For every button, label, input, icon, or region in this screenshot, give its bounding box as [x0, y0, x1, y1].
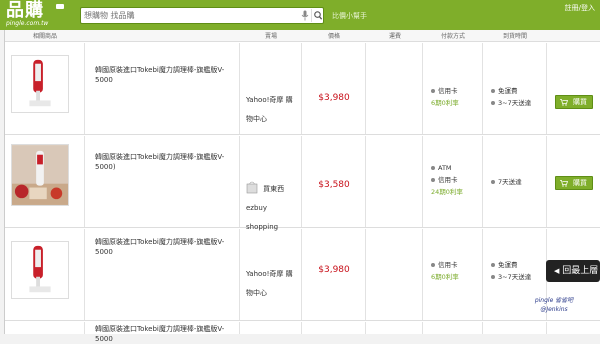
store-name: Yahoo!奇摩 購物中心	[246, 270, 293, 297]
payment-cell: ATM 信用卡 24期0利率	[423, 136, 483, 227]
store-cell	[240, 322, 302, 334]
table-row: 韓國原裝進口Tokebi魔力調理棒-旗艦版V-5000	[5, 322, 600, 343]
price-cell	[302, 322, 366, 334]
arrival-list: 免運費 3~7天送達	[491, 85, 531, 109]
table-row: 韓國原裝進口Tokebi魔力調理棒-旗艦版V-5000 Yahoo!奇摩 購物中…	[5, 43, 600, 135]
price-cell: $3,980	[302, 229, 366, 320]
header-payment: 付款方式	[440, 33, 465, 40]
arrival-item: 7天送達	[491, 176, 522, 188]
product-name-cell: 韓國原裝進口Tokebi魔力調理棒-旗艦版V-5000)	[85, 136, 240, 227]
buy-button[interactable]: 購買	[555, 176, 593, 190]
arrival-cell: 7天送達	[483, 136, 547, 227]
store-logo[interactable]: Yahoo!奇摩 購物中心	[246, 261, 298, 297]
product-name-cell: 韓國原裝進口Tokebi魔力調理棒-旗艦版V-5000	[85, 322, 240, 343]
store-logo[interactable]: Yahoo!奇摩 購物中心	[246, 87, 298, 123]
installment-text: 6期0利率	[431, 273, 459, 281]
product-image[interactable]	[11, 144, 69, 206]
product-name-cell: 韓國原裝進口Tokebi魔力調理棒-旗艦版V-5000	[85, 43, 240, 134]
cart-icon	[560, 99, 568, 106]
search-box	[80, 7, 324, 24]
installment-text: 24期0利率	[431, 188, 463, 196]
arrival-cell: 免運費 3~7天送達	[483, 43, 547, 134]
price-value: $3,580	[318, 180, 350, 190]
store-logo[interactable]: 買東西 ezbuy shopping	[246, 176, 298, 231]
price-cell: $3,580	[302, 136, 366, 227]
cart-icon	[560, 180, 568, 187]
caret-left-icon: ◀	[554, 267, 560, 275]
header-price: 價格	[327, 33, 340, 40]
logo-badge	[56, 4, 64, 9]
product-name[interactable]: 韓國原裝進口Tokebi魔力調理棒-旗艦版V-5000	[95, 65, 237, 85]
product-image-cell	[5, 43, 85, 134]
payment-list: 信用卡 6期0利率	[431, 85, 459, 109]
shipping-cell	[366, 229, 423, 320]
header-shipping: 運費	[388, 33, 401, 40]
arrival-list: 7天送達	[491, 176, 522, 188]
logo-text: 品購	[6, 0, 44, 21]
buy-cell	[547, 322, 600, 334]
buy-button[interactable]: 購買	[555, 95, 593, 109]
payment-cell: 信用卡 6期0利率	[423, 229, 483, 320]
payment-item: 信用卡	[431, 259, 459, 271]
shopping-bag-icon	[246, 181, 258, 193]
store-cell: Yahoo!奇摩 購物中心	[240, 229, 302, 320]
payment-cell	[423, 322, 483, 334]
logo-subtext: pingle.com.tw	[6, 20, 49, 27]
shipping-cell	[366, 43, 423, 134]
payment-item: ATM	[431, 162, 463, 174]
header-arrival: 到貨時間	[502, 33, 527, 40]
arrival-list: 免運費 3~7天送達	[491, 259, 531, 283]
payment-item: 信用卡	[431, 174, 463, 186]
price-value: $3,980	[318, 265, 350, 275]
payment-list: 信用卡 6期0利率	[431, 259, 459, 283]
arrival-item: 3~7天送達	[491, 271, 531, 283]
buy-cell: 購買	[547, 43, 600, 134]
store-cell: 買東西 ezbuy shopping	[240, 136, 302, 231]
results-table: 相關商品 賣場 價格 運費 付款方式 到貨時間 韓國原裝進口Tokebi魔力調理…	[4, 30, 600, 343]
installment-text: 6期0利率	[431, 99, 459, 107]
price-cell: $3,980	[302, 43, 366, 134]
arrival-item: 免運費	[491, 259, 531, 271]
product-image[interactable]	[11, 55, 69, 113]
microphone-icon[interactable]	[301, 10, 309, 21]
table-row: 韓國原裝進口Tokebi魔力調理棒-旗艦版V-5000) 買東西 ezbuy s…	[5, 136, 600, 231]
buy-label: 購買	[573, 98, 587, 106]
arrival-cell	[483, 322, 547, 334]
search-input[interactable]	[84, 9, 289, 22]
top-bar: 品購 pingle.com.tw 比價小幫手 註冊/登入	[0, 0, 600, 30]
price-value: $3,980	[318, 93, 350, 103]
shipping-cell	[366, 322, 423, 334]
buy-cell: 購買	[547, 136, 600, 227]
product-image-cell	[5, 136, 85, 227]
price-helper-link[interactable]: 比價小幫手	[332, 11, 367, 21]
buy-label: 購買	[573, 179, 587, 187]
product-name[interactable]: 韓國原裝進口Tokebi魔力調理棒-旗艦版V-5000	[95, 324, 237, 344]
product-image[interactable]	[11, 241, 69, 299]
store-name: Yahoo!奇摩 購物中心	[246, 96, 293, 123]
store-cell: Yahoo!奇摩 購物中心	[240, 43, 302, 134]
product-name-cell: 韓國原裝進口Tokebi魔力調理棒-旗艦版V-5000	[85, 229, 240, 320]
product-name[interactable]: 韓國原裝進口Tokebi魔力調理棒-旗艦版V-5000	[95, 237, 237, 257]
payment-item: 信用卡	[431, 85, 459, 97]
back-to-top-button[interactable]: ◀ 回最上層	[546, 260, 600, 282]
product-image-cell	[5, 229, 85, 320]
watermark: pingle 省省吧 @Jenkins	[534, 297, 574, 313]
payment-list: ATM 信用卡 24期0利率	[431, 162, 463, 198]
product-image-cell	[5, 322, 85, 334]
arrival-item: 免運費	[491, 85, 531, 97]
arrival-item: 3~7天送達	[491, 97, 531, 109]
payment-cell: 信用卡 6期0利率	[423, 43, 483, 134]
header-store: 賣場	[264, 33, 277, 40]
product-name[interactable]: 韓國原裝進口Tokebi魔力調理棒-旗艦版V-5000)	[95, 152, 237, 172]
shipping-cell	[366, 136, 423, 227]
header-product: 相關商品	[32, 33, 57, 40]
search-icon[interactable]	[311, 9, 323, 22]
login-link[interactable]: 註冊/登入	[565, 3, 595, 13]
table-row: 韓國原裝進口Tokebi魔力調理棒-旗艦版V-5000 Yahoo!奇摩 購物中…	[5, 229, 600, 321]
site-logo[interactable]: 品購 pingle.com.tw	[6, 0, 64, 28]
table-header: 相關商品 賣場 價格 運費 付款方式 到貨時間	[5, 30, 600, 42]
